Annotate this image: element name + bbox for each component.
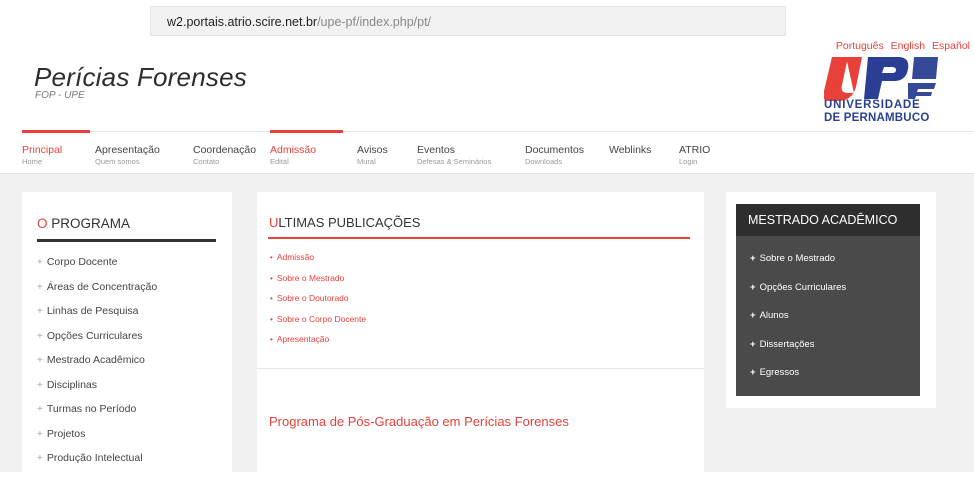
nav-item-documentos[interactable]: Documentos Downloads [525,132,585,174]
logo-e-shape [908,57,938,99]
plus-icon: + [37,330,43,342]
nav-sublabel: Defesas & Seminários [417,157,492,166]
nav-sublabel: Contato [193,157,220,166]
address-bar[interactable]: w2.portais.atrio.scire.net.br/upe-pf/ind… [150,6,786,36]
nav-sublabel: Login [679,157,698,166]
plus-icon: + [37,355,43,366]
plus-icon: + [37,379,43,391]
program-menu-item[interactable]: + Disciplinas [37,379,157,404]
nav-label: Coordenação [193,144,257,156]
nav-label: ATRIO [679,144,711,156]
nav-label: Avisos [357,144,388,156]
nav-item-coordenacao[interactable]: Coordenação Contato [193,132,263,174]
plus-icon: + [37,453,43,464]
plus-icon: + [750,310,756,321]
section-divider [257,368,704,369]
nav-label: Principal [22,144,63,156]
nav-label: Weblinks [609,144,652,156]
nav-sublabel: Edital [270,157,289,166]
bullet-icon: • [270,294,273,303]
publication-link[interactable]: • Sobre o Mestrado [270,273,366,294]
main-nav: Principal Home Apresentação Quem somos C… [22,130,974,174]
bullet-icon: • [270,335,273,344]
bullet-icon: • [270,273,273,283]
masters-panel: MESTRADO ACADÊMICO + Sobre o Mestrado + Op… [736,204,920,396]
masters-menu: + Sobre o Mestrado + Opções Curriculares +… [750,253,846,396]
publication-link[interactable]: • Sobre o Doutorado [270,293,366,314]
plus-icon: + [37,306,43,317]
program-menu-item[interactable]: + Áreas de Concentração [37,281,157,306]
bullet-icon: • [270,253,273,262]
publication-link[interactable]: • Admissão [270,252,366,273]
lang-pt-link[interactable]: Português [836,40,884,52]
active-indicator [22,130,90,133]
program-menu-item[interactable]: + Corpo Docente [37,256,157,281]
nav-item-apresentacao[interactable]: Apresentação Quem somos [95,132,175,174]
masters-menu-item[interactable]: + Dissertações [750,339,846,368]
nav-sublabel: Quem somos [95,157,140,166]
masters-panel-title: MESTRADO ACADÊMICO [736,204,920,236]
program-menu-item[interactable]: + Linhas de Pesquisa [37,305,157,330]
masters-menu-item[interactable]: + Opções Curriculares [750,282,846,311]
nav-label: Eventos [417,144,455,156]
nav-item-weblinks[interactable]: Weblinks [609,132,659,174]
latest-publications: ULTIMAS PUBLICAÇÕES • Admissão • Sobre o M… [257,192,704,482]
program-menu-item[interactable]: + Mestrado Acadêmico [37,354,157,379]
nav-item-atrio[interactable]: ATRIO Login [679,132,719,174]
publication-link[interactable]: • Sobre o Corpo Docente [270,314,366,335]
plus-icon: + [37,281,43,293]
site-subtitle: FOP - UPE [35,90,85,101]
bullet-icon: • [270,314,273,324]
program-sidebar-title: O PROGRAMA [37,216,131,231]
nav-item-admissao[interactable]: Admissão Edital [270,130,343,174]
plus-icon: + [750,367,756,378]
plus-icon: + [750,281,756,293]
logo-text-line2: DE PERNAMBUCO [824,112,930,124]
title-underline [268,237,690,239]
program-menu-item[interactable]: + Turmas no Período [37,403,157,428]
program-menu-item[interactable]: + Opções Curriculares [37,330,157,355]
nav-sublabel: Home [22,157,43,166]
article-headline[interactable]: Programa de Pós-Graduação em Perícias Fo… [269,414,569,429]
nav-item-eventos[interactable]: Eventos Defesas & Seminários [417,132,507,174]
nav-label: Admissão [270,144,317,156]
nav-sublabel: Mural [357,157,376,166]
nav-label: Apresentação [95,144,160,156]
nav-label: Documentos [525,144,584,156]
masters-sidebar: MESTRADO ACADÊMICO + Sobre o Mestrado + Op… [726,192,936,408]
program-menu-item[interactable]: + Projetos [37,428,157,453]
program-menu: + Corpo Docente + Áreas de Concentração + L… [37,256,157,477]
plus-icon: + [37,428,43,440]
site-title[interactable]: Perícias Forenses [34,62,247,93]
nav-item-principal[interactable]: Principal Home [22,130,90,174]
url-host: w2.portais.atrio.scire.net.br [167,15,318,29]
plus-icon: + [750,338,756,350]
language-switcher: Português English Español [832,40,970,52]
plus-icon: + [37,404,43,415]
publications-list: • Admissão • Sobre o Mestrado • Sobre o Dou… [270,252,366,355]
nav-sublabel: Downloads [525,157,563,166]
program-menu-item[interactable]: + Produção Intelectual [37,452,157,477]
masters-menu-item[interactable]: + Egressos [750,367,846,396]
url-path: /upe-pf/index.php/pt/ [317,15,432,29]
active-indicator [270,130,343,133]
logo-p-shape [864,57,909,99]
title-underline [37,239,216,242]
program-sidebar: O PROGRAMA + Corpo Docente + Áreas de Conc… [22,192,232,482]
masters-menu-item[interactable]: + Sobre o Mestrado [750,253,846,282]
lang-en-link[interactable]: English [891,40,925,52]
lang-es-link[interactable]: Español [932,40,970,52]
masters-menu-item[interactable]: + Alunos [750,310,846,339]
logo-u-shape [824,57,862,101]
publication-link[interactable]: • Apresentação [270,334,366,355]
plus-icon: + [750,253,756,264]
plus-icon: + [37,257,43,268]
logo-text-line1: UNIVERSIDADE [824,99,921,111]
nav-item-avisos[interactable]: Avisos Mural [357,132,397,174]
publications-title: ULTIMAS PUBLICAÇÕES [269,215,421,230]
